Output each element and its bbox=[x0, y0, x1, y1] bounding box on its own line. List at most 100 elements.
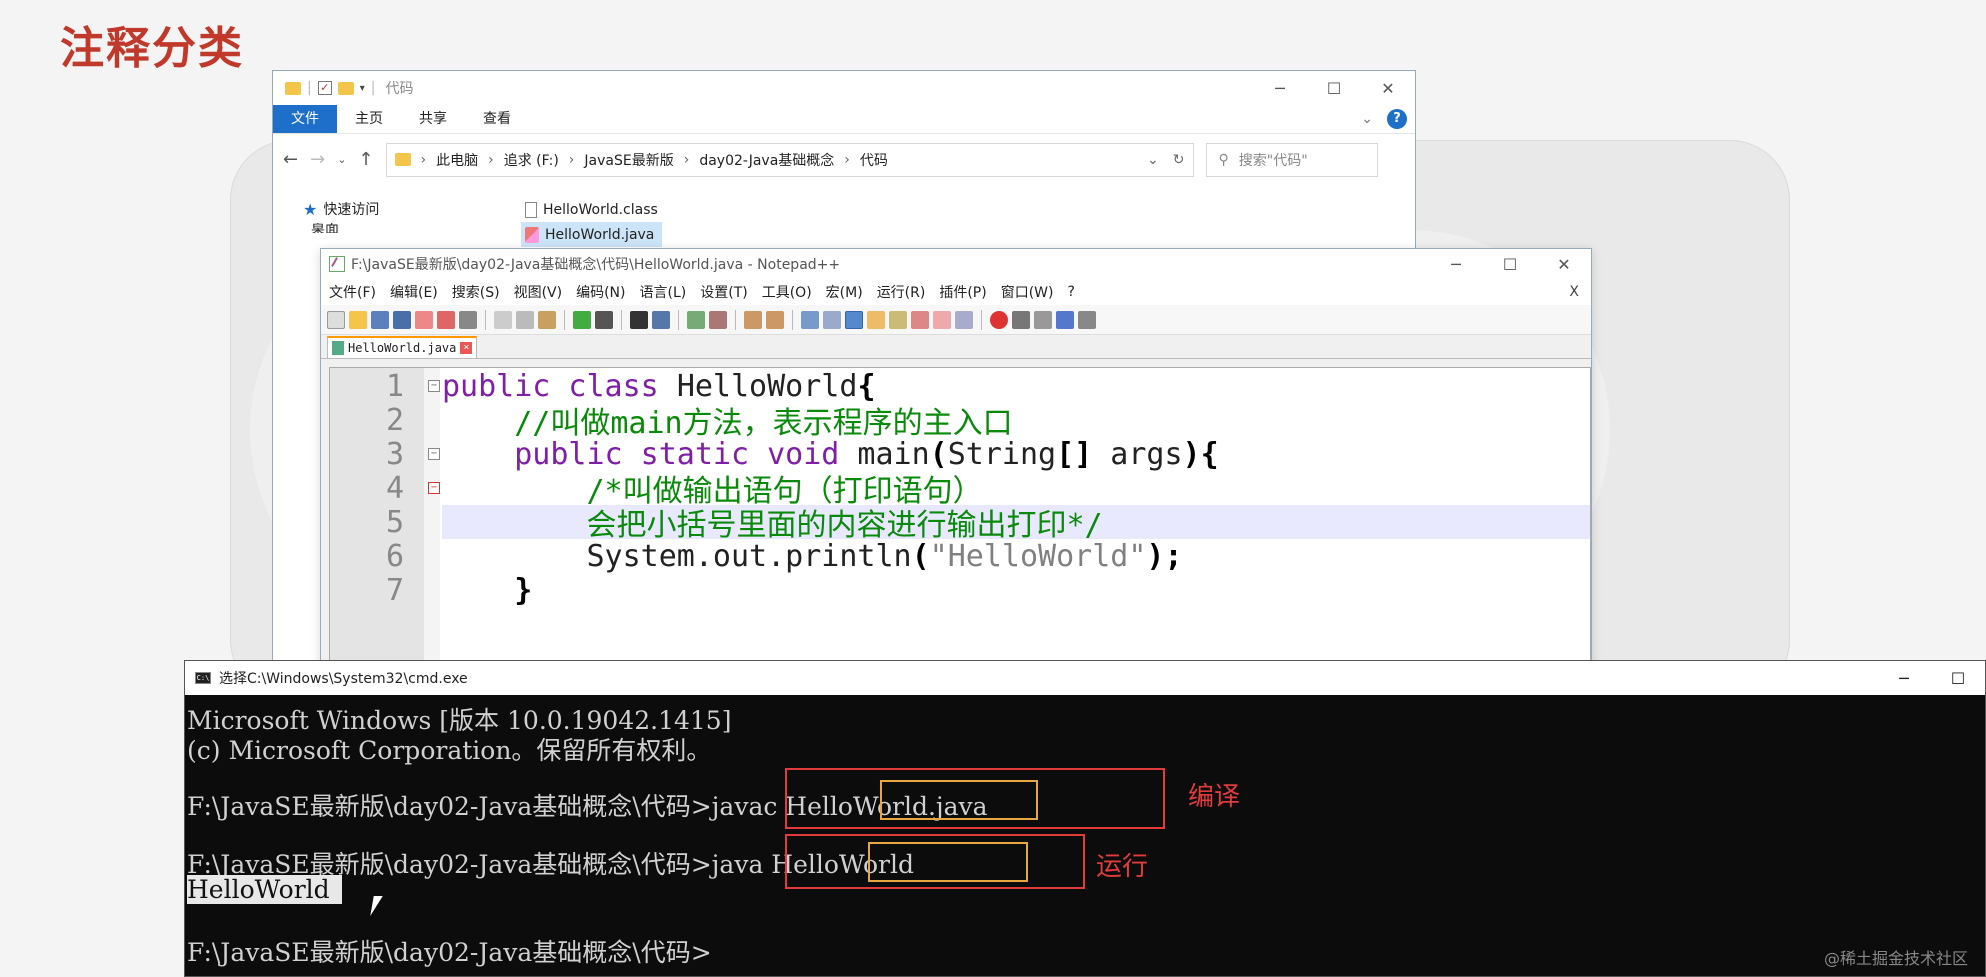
code-editor[interactable]: 1− public class HelloWorld{2 //叫做main方法，表… bbox=[329, 367, 1591, 667]
new-folder-icon[interactable] bbox=[337, 81, 354, 95]
properties-icon[interactable]: ✓ bbox=[317, 81, 332, 95]
zoom-out-icon[interactable] bbox=[709, 310, 727, 329]
menu-tools[interactable]: 工具(O) bbox=[762, 282, 812, 302]
folder-icon[interactable] bbox=[285, 81, 301, 95]
record-macro-icon[interactable] bbox=[990, 310, 1008, 329]
minimize-icon[interactable]: ─ bbox=[1877, 669, 1931, 688]
fold-toggle-icon[interactable]: − bbox=[428, 448, 440, 460]
ribbon-tab-share[interactable]: 共享 bbox=[401, 105, 465, 133]
up-arrow-icon[interactable]: ↑ bbox=[358, 149, 373, 170]
menu-run[interactable]: 运行(R) bbox=[877, 282, 926, 302]
redo-icon[interactable] bbox=[595, 310, 613, 329]
undo-icon[interactable] bbox=[573, 310, 591, 329]
menu-help[interactable]: ? bbox=[1068, 284, 1075, 300]
close-document-icon[interactable]: X bbox=[1569, 284, 1579, 300]
menu-window[interactable]: 窗口(W) bbox=[1001, 282, 1054, 302]
menu-encoding[interactable]: 编码(N) bbox=[576, 282, 625, 302]
code-line[interactable]: 6 System.out.println("HelloWorld"); bbox=[330, 538, 1590, 574]
nav-item-desktop[interactable]: 桌面 bbox=[303, 223, 379, 233]
folder-icon bbox=[394, 153, 411, 166]
play-multiple-icon[interactable] bbox=[1056, 310, 1074, 329]
replace-icon[interactable] bbox=[652, 310, 670, 329]
file-icon bbox=[525, 201, 537, 218]
breadcrumb-javase[interactable]: JavaSE最新版 bbox=[584, 150, 673, 170]
minimize-icon[interactable]: ─ bbox=[1429, 255, 1483, 274]
search-box[interactable]: ⚲ 搜索"代码" bbox=[1205, 142, 1378, 177]
address-dropdown-icon[interactable]: ⌄ bbox=[1147, 152, 1159, 168]
file-item[interactable]: HelloWorld.class bbox=[521, 197, 662, 222]
code-line[interactable]: 5 会把小括号里面的内容进行输出打印*/ bbox=[330, 505, 1590, 543]
maximize-icon[interactable]: ☐ bbox=[1307, 79, 1361, 98]
breadcrumb-code[interactable]: 代码 bbox=[860, 150, 888, 170]
maximize-icon[interactable]: ☐ bbox=[1483, 255, 1537, 274]
minimize-icon[interactable]: ─ bbox=[1253, 79, 1307, 98]
breadcrumb-drive[interactable]: 追求 (F:) bbox=[504, 150, 559, 170]
notepad-tab-bar: HelloWorld.java × bbox=[321, 335, 1591, 359]
function-list-icon[interactable] bbox=[911, 310, 929, 329]
code-line[interactable]: 2 //叫做main方法，表示程序的主入口 bbox=[330, 403, 1590, 442]
help-icon[interactable]: ? bbox=[1387, 109, 1407, 129]
close-icon[interactable]: ✕ bbox=[1537, 255, 1591, 274]
paste-icon[interactable] bbox=[538, 310, 556, 329]
forward-arrow-icon[interactable]: → bbox=[310, 149, 325, 170]
play-macro-icon[interactable] bbox=[1034, 310, 1052, 329]
show-all-chars-icon[interactable] bbox=[823, 310, 841, 329]
chevron-down-icon[interactable]: ⌄ bbox=[1361, 111, 1373, 127]
cut-icon[interactable] bbox=[494, 310, 512, 329]
indent-guide-icon[interactable] bbox=[845, 310, 863, 329]
breadcrumb-day02[interactable]: day02-Java基础概念 bbox=[699, 150, 834, 170]
save-macro-icon[interactable] bbox=[1078, 310, 1096, 329]
ribbon-tab-file[interactable]: 文件 bbox=[273, 105, 337, 133]
print-icon[interactable] bbox=[459, 310, 477, 329]
lang-icon[interactable] bbox=[867, 310, 885, 329]
copy-icon[interactable] bbox=[516, 310, 534, 329]
back-arrow-icon[interactable]: ← bbox=[283, 149, 298, 170]
maximize-icon[interactable]: ☐ bbox=[1931, 669, 1985, 688]
fold-toggle-icon[interactable]: − bbox=[428, 380, 440, 392]
ribbon-tab-home[interactable]: 主页 bbox=[337, 105, 401, 133]
close-icon[interactable]: ✕ bbox=[1361, 79, 1415, 98]
word-wrap-icon[interactable] bbox=[801, 310, 819, 329]
close-all-icon[interactable] bbox=[437, 310, 455, 329]
find-icon[interactable] bbox=[630, 310, 648, 329]
menu-search[interactable]: 搜索(S) bbox=[452, 282, 500, 302]
star-icon: ★ bbox=[303, 199, 318, 219]
fold-toggle-icon[interactable]: − bbox=[428, 482, 440, 494]
folder-workspace-icon[interactable] bbox=[933, 310, 951, 329]
save-icon[interactable] bbox=[371, 310, 389, 329]
dropdown-icon[interactable]: ▾ bbox=[360, 83, 365, 94]
menu-edit[interactable]: 编辑(E) bbox=[390, 282, 438, 302]
code-text: //叫做main方法，表示程序的主入口 bbox=[442, 406, 1013, 441]
close-file-icon[interactable] bbox=[415, 310, 433, 329]
nav-item-quick-access[interactable]: ★ 快速访问 bbox=[303, 199, 379, 219]
menu-settings[interactable]: 设置(T) bbox=[700, 282, 747, 302]
tab-helloworld-java[interactable]: HelloWorld.java × bbox=[327, 336, 478, 358]
menu-language[interactable]: 语言(L) bbox=[640, 282, 687, 302]
sync-horizontal-icon[interactable] bbox=[766, 310, 784, 329]
open-file-icon[interactable] bbox=[349, 310, 367, 329]
new-file-icon[interactable] bbox=[327, 310, 345, 329]
save-all-icon[interactable] bbox=[393, 310, 411, 329]
file-icon bbox=[332, 341, 344, 355]
recent-chevron-icon[interactable]: ⌄ bbox=[337, 153, 346, 166]
menu-view[interactable]: 视图(V) bbox=[514, 282, 563, 302]
doc-map-icon[interactable] bbox=[889, 310, 907, 329]
stop-macro-icon[interactable] bbox=[1012, 310, 1030, 329]
menu-file[interactable]: 文件(F) bbox=[329, 282, 376, 302]
line-number: 7 bbox=[385, 572, 404, 608]
line-number: 6 bbox=[385, 538, 404, 574]
ribbon-tab-view[interactable]: 查看 bbox=[465, 105, 529, 133]
menu-macro[interactable]: 宏(M) bbox=[826, 282, 863, 302]
cmd-console[interactable]: Microsoft Windows [版本 10.0.19042.1415] (… bbox=[185, 695, 1985, 977]
monitor-icon[interactable] bbox=[955, 310, 973, 329]
code-line[interactable]: 7 } bbox=[330, 572, 1590, 608]
search-placeholder: 搜索"代码" bbox=[1238, 152, 1308, 169]
zoom-in-icon[interactable] bbox=[687, 310, 705, 329]
menu-plugins[interactable]: 插件(P) bbox=[939, 282, 986, 302]
address-bar[interactable]: › 此电脑 › 追求 (F:) › JavaSE最新版 › day02-Java… bbox=[385, 142, 1194, 177]
file-item-selected[interactable]: HelloWorld.java bbox=[521, 222, 662, 247]
sync-vertical-icon[interactable] bbox=[744, 310, 762, 329]
tab-close-icon[interactable]: × bbox=[460, 342, 473, 354]
breadcrumb-this-pc[interactable]: 此电脑 bbox=[436, 150, 478, 170]
refresh-icon[interactable]: ↻ bbox=[1173, 152, 1185, 168]
